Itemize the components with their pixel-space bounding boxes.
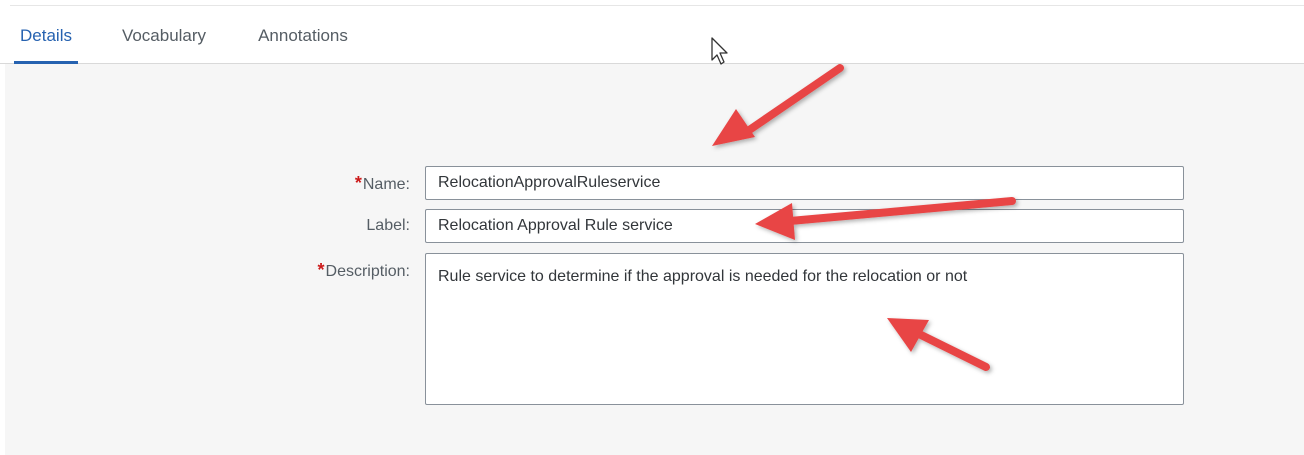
tab-details[interactable]: Details	[14, 6, 78, 64]
required-asterisk: *	[317, 260, 325, 280]
tab-vocabulary-label: Vocabulary	[121, 26, 207, 45]
label-label: Label:	[366, 217, 410, 234]
tab-bar: Details Vocabulary Annotations	[0, 6, 1304, 64]
label-input[interactable]	[425, 209, 1184, 243]
tab-annotations[interactable]: Annotations	[250, 6, 356, 63]
page: Details Vocabulary Annotations *Name: La…	[0, 0, 1304, 455]
tab-details-label: Details	[20, 26, 72, 45]
name-input[interactable]	[425, 166, 1184, 200]
description-textarea[interactable]: Rule service to determine if the approva…	[425, 253, 1184, 405]
description-label: *Description:	[317, 260, 411, 280]
tab-annotations-label: Annotations	[258, 26, 348, 45]
name-label: *Name:	[354, 173, 410, 193]
required-asterisk: *	[354, 173, 362, 193]
tab-vocabulary[interactable]: Vocabulary	[114, 6, 214, 63]
details-panel: *Name: Label: *Description: Rule service…	[5, 64, 1304, 455]
